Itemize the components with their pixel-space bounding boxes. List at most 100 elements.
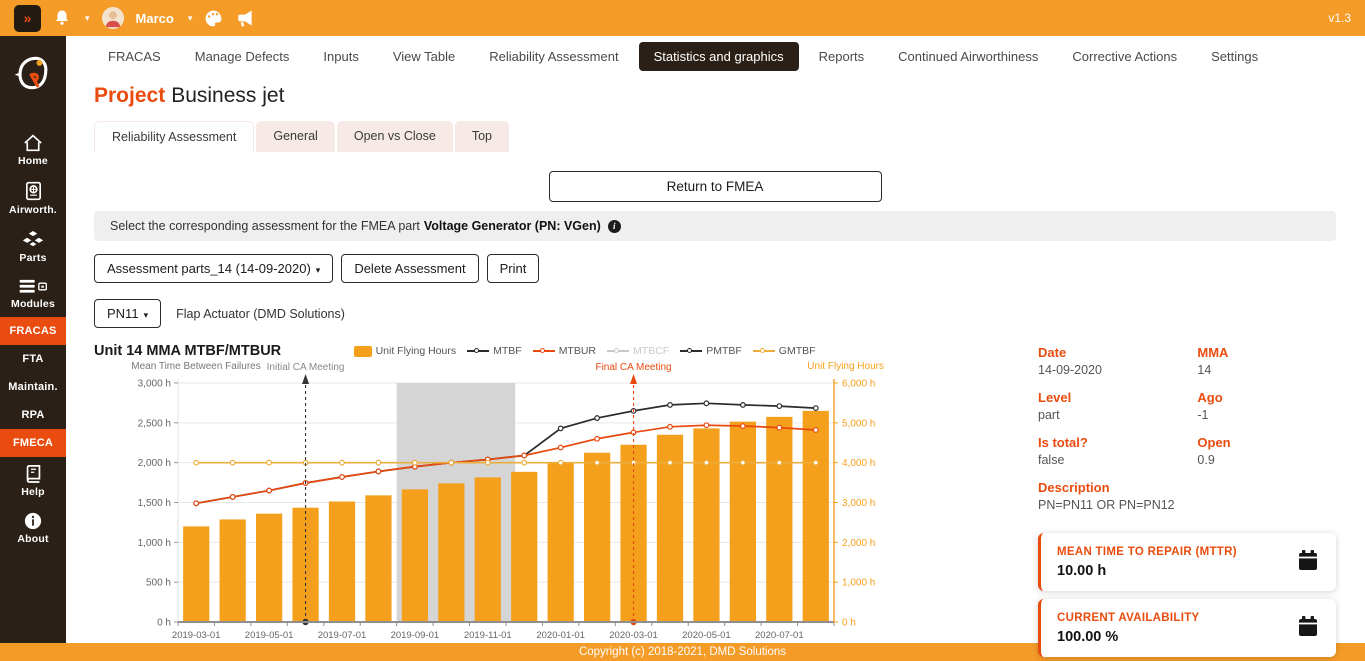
svg-text:2020-05-01: 2020-05-01 [682,630,731,641]
line-swatch-icon [680,350,702,352]
svg-text:0 h: 0 h [842,618,856,629]
assessment-info-bar: Select the corresponding assessment for … [94,211,1336,241]
cubes-icon [22,230,44,249]
mtbf-chart[interactable]: Initial CA MeetingFinal CA Meeting0 h500… [94,359,888,661]
svg-text:3,000 h: 3,000 h [842,498,875,509]
help-book-icon [25,464,42,483]
module-nav: FRACAS Manage Defects Inputs View Table … [94,41,1336,71]
svg-text:Initial CA Meeting: Initial CA Meeting [267,362,345,373]
user-avatar[interactable] [102,7,124,29]
bar-swatch-icon [354,346,372,357]
caret-down-icon: ▾ [144,310,149,320]
chart-title: Unit 14 MMA MTBF/MTBUR [94,343,281,359]
nav-reports[interactable]: Reports [805,43,879,70]
user-caret-icon[interactable]: ▾ [188,13,193,24]
print-button[interactable]: Print [487,254,540,283]
detail-field-is-total: Is total? false [1038,435,1197,467]
line-swatch-icon [533,350,555,352]
tab-general[interactable]: General [256,121,334,152]
svg-text:0 h: 0 h [157,618,171,629]
availability-card: CURRENT AVAILABILITY 100.00 % [1038,599,1336,657]
sidebar-item-about[interactable]: About [0,505,66,552]
nav-fracas[interactable]: FRACAS [94,43,175,70]
svg-text:4,000 h: 4,000 h [842,458,875,469]
part-description-label: Flap Actuator (DMD Solutions) [176,307,345,321]
sidebar-item-modules[interactable]: Modules [0,271,66,317]
calendar-icon[interactable] [1296,548,1320,577]
svg-text:2020-07-01: 2020-07-01 [755,630,804,641]
passport-icon [25,181,42,201]
assessment-detail-panel: Date 14-09-2020 MMA 14 Level part Ago -1 [1038,343,1336,661]
svg-text:1,500 h: 1,500 h [138,498,171,509]
line-swatch-icon [607,350,629,352]
sidebar-item-fta[interactable]: FTA [0,345,66,373]
svg-text:1,000 h: 1,000 h [138,538,171,549]
info-icon[interactable]: i [608,220,621,233]
legend-item-mtbcf[interactable]: MTBCF [607,345,669,357]
svg-text:2,500 h: 2,500 h [138,418,171,429]
home-icon [23,134,43,152]
calendar-icon[interactable] [1296,614,1320,643]
app-version: v1.3 [1328,11,1351,25]
modules-bars-icon [18,278,48,295]
nav-statistics-and-graphics[interactable]: Statistics and graphics [639,42,799,71]
legend-item-mtbf[interactable]: MTBF [467,345,522,357]
nav-continued-airworthiness[interactable]: Continued Airworthiness [884,43,1052,70]
tab-top[interactable]: Top [455,121,509,152]
line-swatch-icon [753,350,775,352]
pn-select-dropdown[interactable]: PN11▾ [94,299,161,328]
svg-text:2019-09-01: 2019-09-01 [391,630,440,641]
assessment-select-dropdown[interactable]: Assessment parts_14 (14-09-2020)▾ [94,254,333,283]
sidebar-item-rpa[interactable]: RPA [0,401,66,429]
sidebar-item-parts[interactable]: Parts [0,223,66,271]
notifications-bell-icon[interactable] [53,9,71,27]
svg-text:Mean Time Between Failures: Mean Time Between Failures [131,361,261,372]
detail-field-date: Date 14-09-2020 [1038,345,1197,377]
nav-settings[interactable]: Settings [1197,43,1272,70]
mttr-card: MEAN TIME TO REPAIR (MTTR) 10.00 h [1038,533,1336,591]
announcements-megaphone-icon[interactable] [235,8,255,28]
detail-field-description: Description PN=PN11 OR PN=PN12 [1038,480,1336,512]
user-name[interactable]: Marco [136,11,174,26]
return-to-fmea-button[interactable]: Return to FMEA [549,171,882,202]
svg-text:Unit Flying Hours: Unit Flying Hours [807,361,884,372]
topbar: » ▾ Marco ▾ v1.3 [0,0,1365,36]
chart-legend: Unit Flying Hours MTBF MTBUR MTBCF PMTBF GMTB… [281,345,888,357]
nav-inputs[interactable]: Inputs [309,43,372,70]
theme-palette-icon[interactable] [204,9,223,28]
sidebar-item-help[interactable]: Help [0,457,66,505]
sidebar-item-fracas[interactable]: FRACAS [0,317,66,345]
legend-item-mtbur[interactable]: MTBUR [533,345,596,357]
detail-field-ago: Ago -1 [1197,390,1336,422]
tab-reliability-assessment[interactable]: Reliability Assessment [94,121,254,152]
svg-text:2019-03-01: 2019-03-01 [172,630,221,641]
svg-text:2,000 h: 2,000 h [842,538,875,549]
sidebar-item-maintain[interactable]: Maintain. [0,373,66,401]
svg-text:5,000 h: 5,000 h [842,418,875,429]
svg-text:1,000 h: 1,000 h [842,578,875,589]
main-content: FRACAS Manage Defects Inputs View Table … [66,36,1365,643]
app-logo-bird-icon[interactable] [11,50,55,101]
caret-down-icon: ▾ [316,265,321,275]
detail-field-open: Open 0.9 [1197,435,1336,467]
nav-view-table[interactable]: View Table [379,43,469,70]
svg-text:2019-07-01: 2019-07-01 [318,630,367,641]
nav-corrective-actions[interactable]: Corrective Actions [1058,43,1191,70]
tab-open-vs-close[interactable]: Open vs Close [337,121,453,152]
sidebar: Home Airworth. Parts Modules FRACAS FTA [0,36,66,643]
legend-item-gmtbf[interactable]: GMTBF [753,345,816,357]
svg-text:2019-05-01: 2019-05-01 [245,630,294,641]
svg-text:2019-11-01: 2019-11-01 [464,630,512,641]
page-title: ProjectBusiness jet [94,84,1336,108]
line-swatch-icon [467,350,489,352]
legend-item-pmtbf[interactable]: PMTBF [680,345,742,357]
bell-caret-icon[interactable]: ▾ [85,13,90,24]
sidebar-item-home[interactable]: Home [0,127,66,174]
legend-item-unit-flying-hours[interactable]: Unit Flying Hours [354,345,457,357]
sidebar-collapse-button[interactable]: » [14,5,41,32]
delete-assessment-button[interactable]: Delete Assessment [341,254,478,283]
nav-reliability-assessment[interactable]: Reliability Assessment [475,43,632,70]
nav-manage-defects[interactable]: Manage Defects [181,43,304,70]
sidebar-item-airworthiness[interactable]: Airworth. [0,174,66,223]
sidebar-item-fmeca[interactable]: FMECA [0,429,66,457]
